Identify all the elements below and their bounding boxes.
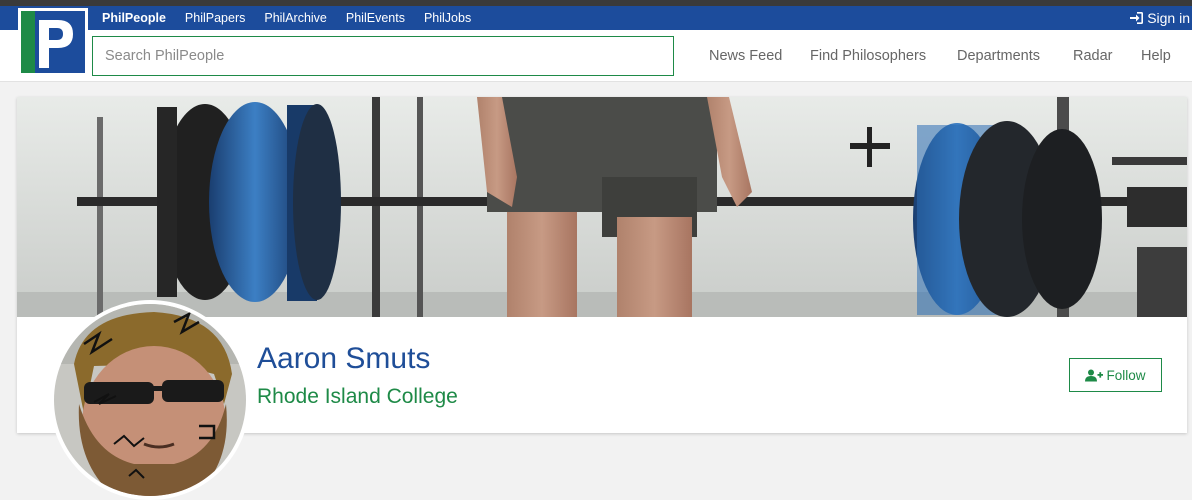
profile-name: Aaron Smuts (257, 342, 431, 375)
nav-item-radar[interactable]: Radar (1073, 48, 1113, 64)
cover-photo (17, 97, 1187, 317)
nav-item-help[interactable]: Help (1141, 48, 1171, 64)
nav-item-find-philosophers[interactable]: Find Philosophers (810, 48, 926, 64)
sign-in-icon (1130, 12, 1144, 24)
main-header: News Feed Find Philosophers Departments … (0, 30, 1192, 82)
site-links: PhilPeople PhilPapers PhilArchive PhilEv… (102, 6, 490, 30)
profile-avatar (50, 300, 250, 500)
main-nav: News Feed Find Philosophers Departments … (0, 30, 1192, 82)
profile-affiliation[interactable]: Rhode Island College (257, 385, 458, 409)
site-link-philarchive[interactable]: PhilArchive (264, 11, 327, 25)
site-link-philevents[interactable]: PhilEvents (346, 11, 405, 25)
nav-item-departments[interactable]: Departments (957, 48, 1040, 64)
sign-in-link[interactable]: Sign in (1130, 6, 1190, 30)
nav-item-news-feed[interactable]: News Feed (709, 48, 782, 64)
top-navbar: PhilPeople PhilPapers PhilArchive PhilEv… (0, 6, 1192, 30)
site-link-philjobs[interactable]: PhilJobs (424, 11, 471, 25)
sign-in-label: Sign in (1147, 10, 1190, 26)
follow-button[interactable]: Follow (1069, 358, 1162, 392)
profile-card: Aaron Smuts Rhode Island College Follow (17, 97, 1187, 500)
user-plus-icon (1085, 369, 1104, 381)
follow-label: Follow (1106, 367, 1146, 383)
site-link-philpapers[interactable]: PhilPapers (185, 11, 245, 25)
philpeople-logo[interactable] (18, 8, 88, 76)
site-link-philpeople[interactable]: PhilPeople (102, 11, 166, 25)
